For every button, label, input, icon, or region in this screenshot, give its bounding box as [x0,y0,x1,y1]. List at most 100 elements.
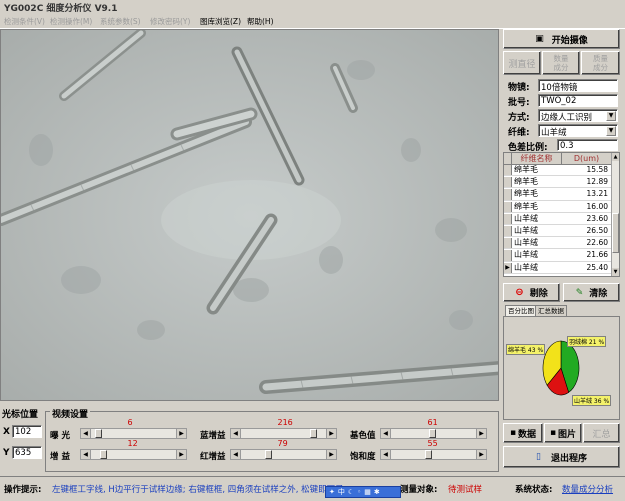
slider-left-arrow-icon[interactable]: ◀ [381,429,391,438]
diameter-cell: 12.89 [586,177,608,187]
method-label: 方式: [508,113,530,123]
exit-program-button[interactable]: ▯ 退出程序 [503,446,620,468]
weight-components-button[interactable]: 质量 成分 [581,51,620,75]
tab-summary-data[interactable]: 汇总数据 [535,305,567,316]
cursor-x-field[interactable]: 102 [12,425,42,438]
table-row[interactable]: 山羊绒 21.66 [504,250,612,262]
slider-left-arrow-icon[interactable]: ◀ [381,450,391,459]
image-button[interactable]: ▪ 图片 [544,423,582,443]
table-row[interactable]: 山羊绒 26.50 [504,226,612,238]
row-selector[interactable] [504,226,512,237]
paw-icon[interactable]: ✦ [329,488,338,496]
slider-track[interactable]: ◀ ▶ [80,428,187,439]
slider-right-arrow-icon[interactable]: ▶ [326,429,336,438]
slider-track[interactable]: ◀ ▶ [380,449,487,460]
cursor-y-field[interactable]: 635 [12,446,42,459]
status-bar: 操作提示: 左键框工字线, H边平行于试样边缘; 右键框框, 四角须在试样之外,… [0,476,625,501]
slider-right-arrow-icon[interactable]: ▶ [476,429,486,438]
row-selector[interactable] [504,238,512,249]
diameter-cell: 16.00 [586,201,608,211]
batch-field[interactable]: TWO_02 [538,94,618,107]
slider-right-arrow-icon[interactable]: ▶ [176,450,186,459]
settings-icon[interactable]: ✱ [374,488,383,496]
row-selector[interactable] [504,250,512,261]
target-value: 待测试样 [448,485,483,495]
table-row[interactable]: 绵羊毛 15.58 [504,165,612,177]
slider-right-arrow-icon[interactable]: ▶ [326,450,336,459]
row-selector[interactable] [504,201,512,212]
menu-help[interactable]: 帮助(H) [247,16,274,27]
objective-field[interactable]: 10倍物镜 [538,79,618,92]
slider-track[interactable]: ◀ ▶ [380,428,487,439]
slider-left-arrow-icon[interactable]: ◀ [231,450,241,459]
method-select[interactable]: 边缘人工识别 ▼ [538,109,618,122]
row-selector[interactable] [504,177,512,188]
slider-thumb[interactable] [94,429,102,438]
scroll-thumb[interactable] [612,213,619,253]
column-header-diameter[interactable]: D(um) [562,153,612,165]
slider-thumb[interactable] [265,450,273,459]
slider-left-arrow-icon[interactable]: ◀ [81,450,91,459]
table-row[interactable]: 山羊绒 22.60 [504,238,612,250]
chevron-down-icon[interactable]: ▼ [606,111,616,121]
row-selector[interactable] [504,165,512,176]
slider-track[interactable]: ◀ ▶ [230,428,337,439]
scroll-up-icon[interactable]: ▲ [612,153,619,161]
slider-right-arrow-icon[interactable]: ▶ [476,450,486,459]
clear-button[interactable]: ✎ 清除 [563,283,620,302]
microscope-image-viewer[interactable] [0,29,499,401]
image-label: 图片 [558,429,577,440]
row-selector[interactable] [504,213,512,224]
row-selector[interactable] [504,189,512,200]
data-button[interactable]: ▪ 数据 [503,423,543,443]
table-scrollbar[interactable]: ▲ ▼ [611,153,619,276]
column-header-fiber-name[interactable]: 纤维名称 [512,153,562,165]
objective-label: 物镜: [508,83,530,93]
summary-button[interactable]: 汇总 [583,423,620,443]
slider-track[interactable]: ◀ ▶ [80,449,187,460]
menu-image-library[interactable]: 图库浏览(Z) [200,16,241,27]
fiber-microscope-image [1,30,498,400]
color-diff-field[interactable]: 0.3 [557,139,618,151]
slider-left-arrow-icon[interactable]: ◀ [231,429,241,438]
measure-diameter-label: 测直径 [508,59,536,70]
menu-bar: 检测条件(V) 检测操作(M) 系统参数(S) 修改密码(Y) 图库浏览(Z) … [0,14,625,29]
slider-value: 12 [127,439,138,448]
table-row[interactable]: ▶ 山羊绒 25.40 [504,262,612,274]
fiber-select[interactable]: 山羊绒 ▼ [538,124,618,137]
delete-button[interactable]: ⊖ 剔除 [503,283,560,302]
slider-left-arrow-icon[interactable]: ◀ [81,429,91,438]
slider-thumb[interactable] [99,450,107,459]
scroll-down-icon[interactable]: ▼ [612,268,619,276]
slider-label: 饱和度 [350,452,376,462]
slider-thumb[interactable] [425,450,433,459]
count-components-button[interactable]: 数量 成分 [542,51,580,75]
slider-thumb[interactable] [309,429,317,438]
exit-program-label: 退出程序 [550,453,587,464]
cursor-y-label: Y [3,448,10,458]
chevron-down-icon[interactable]: ▼ [606,126,616,136]
slider-track[interactable]: ◀ ▶ [230,449,337,460]
slider-thumb[interactable] [429,429,437,438]
save-icon: ▪ [549,428,557,438]
keyboard-icon[interactable]: ▦ [364,488,374,496]
table-row[interactable]: 绵羊毛 12.89 [504,177,612,189]
menu-detection-operation[interactable]: 检测操作(M) [50,16,92,27]
menu-change-password[interactable]: 修改密码(Y) [150,16,190,27]
table-row[interactable]: 绵羊毛 16.00 [504,201,612,213]
menu-detection-conditions[interactable]: 检测条件(V) [4,16,45,27]
chinese-mode-icon[interactable]: 中 [338,488,348,496]
measure-diameter-button[interactable]: 测直径 [503,51,541,75]
table-row[interactable]: 绵羊毛 13.21 [504,189,612,201]
tab-percentage-chart[interactable]: 百分比图 [505,305,537,316]
row-selector[interactable]: ▶ [504,262,512,273]
menu-system-parameters[interactable]: 系统参数(S) [100,16,141,27]
clear-label: 清除 [589,289,608,299]
table-row[interactable]: 山羊绒 23.60 [504,213,612,225]
start-capture-button[interactable]: ▣ 开始摄像 [503,29,620,49]
diameter-cell: 13.21 [586,189,608,199]
input-method-toolbar[interactable]: ✦中☾◦▦✱ [325,486,401,498]
slider-right-arrow-icon[interactable]: ▶ [176,429,186,438]
moon-icon[interactable]: ☾ [348,488,357,496]
fiber-name-cell: 山羊绒 [514,238,538,248]
